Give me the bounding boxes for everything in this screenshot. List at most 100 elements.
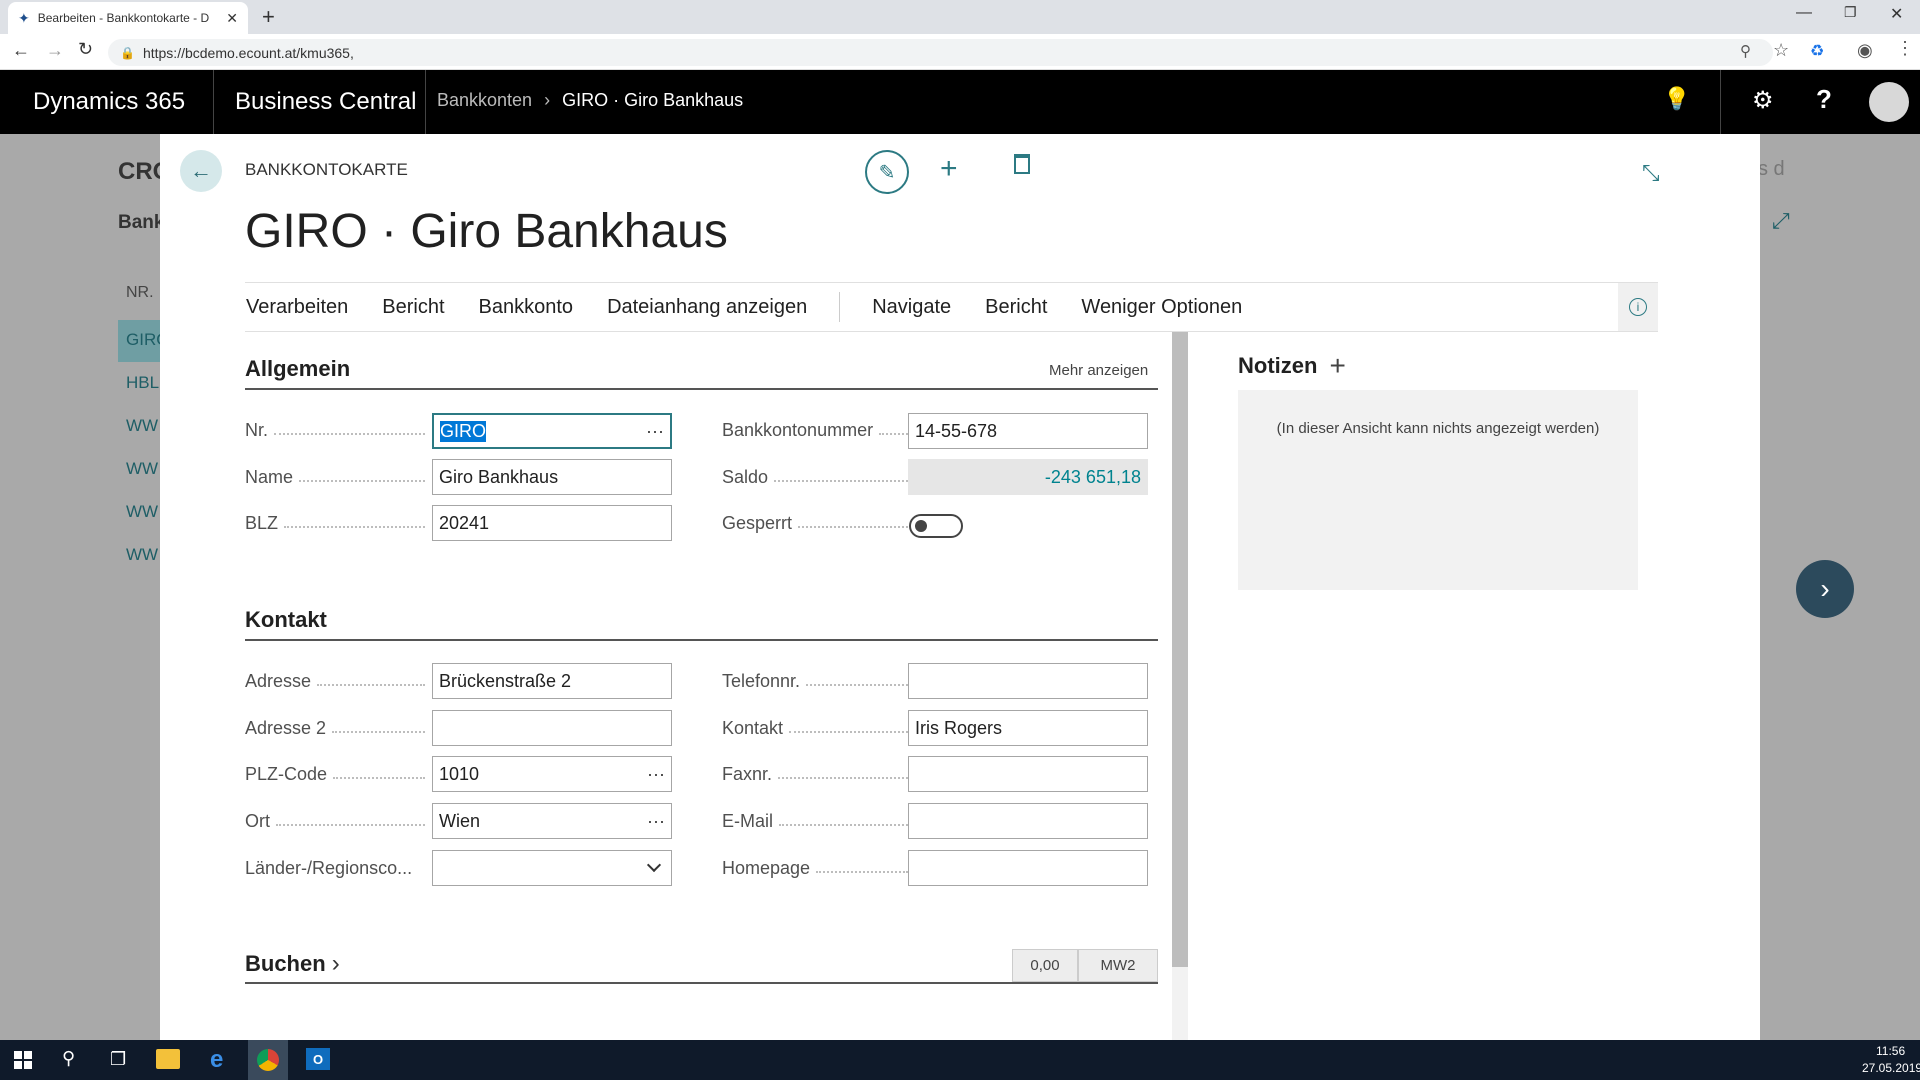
action-bankkonto[interactable]: Bankkonto: [479, 296, 574, 319]
notes-box: (In dieser Ansicht kann nichts angezeigt…: [1238, 390, 1638, 590]
app-header: Dynamics 365 Business Central Bankkonten…: [0, 70, 1920, 134]
postcode-field[interactable]: 1010 ···: [432, 756, 672, 792]
module-name[interactable]: Business Central: [235, 88, 416, 116]
bg-list-row: WW: [126, 545, 159, 564]
homepage-field[interactable]: [908, 850, 1148, 886]
minimize-button[interactable]: —: [1796, 4, 1812, 22]
gesperrt-toggle[interactable]: [909, 514, 963, 538]
extension-icon[interactable]: ♻: [1810, 41, 1824, 61]
new-button[interactable]: +: [940, 154, 958, 184]
address-field[interactable]: Brückenstraße 2: [432, 663, 672, 699]
action-verarbeiten[interactable]: Verarbeiten: [246, 296, 348, 319]
windows-start-icon[interactable]: [14, 1051, 32, 1069]
next-record-button[interactable]: ›: [1796, 560, 1854, 618]
address-bar[interactable]: 🔒 https://bcdemo.ecount.at/kmu365,: [108, 39, 1773, 66]
phone-field[interactable]: [908, 663, 1148, 699]
tab-title: Bearbeiten - Bankkontokarte - D: [37, 11, 210, 25]
lightbulb-icon[interactable]: 💡: [1663, 86, 1690, 112]
saldo-field[interactable]: -243 651,18: [908, 459, 1148, 495]
lookup-ellipsis-icon[interactable]: ···: [647, 764, 665, 785]
taskbar: ⚲ ❐ e O 11:56 27.05.2019: [0, 1040, 1920, 1080]
nr-field[interactable]: GIRO ···: [432, 413, 672, 449]
blz-field[interactable]: 20241: [432, 505, 672, 541]
header-divider: [1720, 70, 1721, 134]
section-buchen-title: Buchen: [245, 951, 326, 976]
header-divider: [425, 70, 426, 134]
toggle-knob: [915, 520, 927, 532]
scrollbar-thumb[interactable]: [1172, 332, 1188, 967]
section-kontakt[interactable]: Kontakt: [245, 607, 327, 633]
help-icon[interactable]: ?: [1816, 84, 1832, 115]
browser-tab[interactable]: ✦ Bearbeiten - Bankkontokarte - D ✕: [8, 2, 248, 34]
edge-icon[interactable]: e: [210, 1046, 223, 1074]
homepage-label: Homepage: [722, 858, 908, 879]
name-field[interactable]: Giro Bankhaus: [432, 459, 672, 495]
header-divider: [213, 70, 214, 134]
contact-field[interactable]: Iris Rogers: [908, 710, 1148, 746]
task-view-icon[interactable]: ❐: [110, 1049, 126, 1070]
address2-field[interactable]: [432, 710, 672, 746]
show-more-link[interactable]: Mehr anzeigen: [1049, 362, 1148, 379]
breadcrumb-current: GIRO · Giro Bankhaus: [562, 90, 744, 110]
delete-button[interactable]: [1014, 154, 1030, 174]
collapse-icon[interactable]: ⤡: [1642, 160, 1660, 186]
info-pane-button[interactable]: i: [1618, 283, 1658, 331]
profile-icon[interactable]: ◉: [1857, 40, 1873, 61]
bg-list-row: WW: [126, 502, 159, 521]
city-field[interactable]: Wien ···: [432, 803, 672, 839]
telefon-label: Telefonnr.: [722, 671, 908, 692]
blz-label: BLZ: [245, 513, 425, 534]
bg-right-text: s d: [1758, 158, 1785, 180]
fax-field[interactable]: [908, 756, 1148, 792]
reload-icon[interactable]: ↻: [78, 39, 93, 60]
chevron-down-icon: [646, 857, 662, 873]
browser-menu-icon[interactable]: ⋮: [1896, 38, 1914, 59]
restore-button[interactable]: ❐: [1844, 4, 1857, 21]
user-avatar[interactable]: [1869, 82, 1909, 122]
add-note-icon[interactable]: +: [1329, 352, 1345, 380]
posting-code-badge: MW2: [1078, 949, 1158, 982]
notes-empty-text: (In dieser Ansicht kann nichts angezeigt…: [1276, 420, 1600, 437]
bookmark-star-icon[interactable]: ☆: [1773, 40, 1789, 61]
back-icon[interactable]: ←: [12, 40, 30, 61]
email-field[interactable]: [908, 803, 1148, 839]
action-bericht[interactable]: Bericht: [382, 296, 444, 319]
settings-gear-icon[interactable]: ⚙: [1752, 86, 1774, 115]
notes-title: Notizen: [1238, 353, 1318, 378]
country-region-select[interactable]: [432, 850, 672, 886]
outlook-icon[interactable]: O: [306, 1048, 330, 1070]
action-dateianhang[interactable]: Dateianhang anzeigen: [607, 296, 807, 319]
blz-value: 20241: [439, 512, 490, 533]
action-weniger-optionen[interactable]: Weniger Optionen: [1081, 296, 1242, 319]
zoom-icon[interactable]: ⚲: [1740, 42, 1751, 60]
bg-list-header: NR.: [126, 284, 154, 301]
forward-icon[interactable]: →: [46, 40, 64, 61]
close-window-button[interactable]: ✕: [1890, 4, 1903, 24]
breadcrumb-parent[interactable]: Bankkonten: [437, 90, 532, 111]
edit-button[interactable]: ✎: [865, 150, 909, 194]
action-navigate[interactable]: Navigate: [872, 296, 951, 319]
product-name[interactable]: Dynamics 365: [33, 88, 185, 116]
bg-list-row: WW: [126, 459, 159, 478]
section-allgemein[interactable]: Allgemein: [245, 356, 350, 382]
lookup-ellipsis-icon[interactable]: ···: [647, 811, 665, 832]
saldo-label: Saldo: [722, 467, 908, 488]
section-buchen[interactable]: Buchen ›: [245, 950, 340, 978]
action-bericht-2[interactable]: Bericht: [985, 296, 1047, 319]
app-favicon-icon: ✦: [18, 9, 30, 26]
bank-account-number-field[interactable]: 14-55-678: [908, 413, 1148, 449]
action-divider: [839, 292, 841, 322]
posting-amount-badge: 0,00: [1012, 949, 1078, 982]
adresse-label: Adresse: [245, 671, 425, 692]
card-caption: BANKKONTOKARTE: [245, 160, 408, 179]
konto-label: Bankkontonummer: [722, 420, 908, 441]
close-tab-icon[interactable]: ✕: [226, 10, 238, 27]
saldo-value[interactable]: -243 651,18: [1045, 467, 1141, 488]
chrome-icon[interactable]: [248, 1040, 288, 1080]
search-icon[interactable]: ⚲: [62, 1048, 75, 1069]
lookup-ellipsis-icon[interactable]: ···: [646, 421, 664, 442]
file-explorer-icon[interactable]: [156, 1049, 180, 1069]
new-tab-button[interactable]: +: [262, 4, 275, 30]
back-button[interactable]: ←: [180, 150, 222, 192]
taskbar-time: 11:56: [1876, 1044, 1906, 1058]
